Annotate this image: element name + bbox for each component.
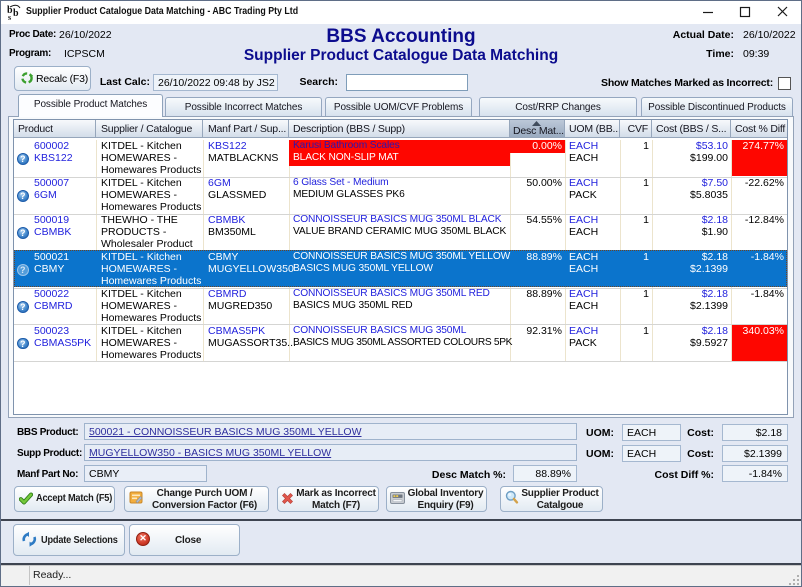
svg-text:s: s	[8, 13, 11, 21]
svg-text:b: b	[13, 8, 19, 19]
